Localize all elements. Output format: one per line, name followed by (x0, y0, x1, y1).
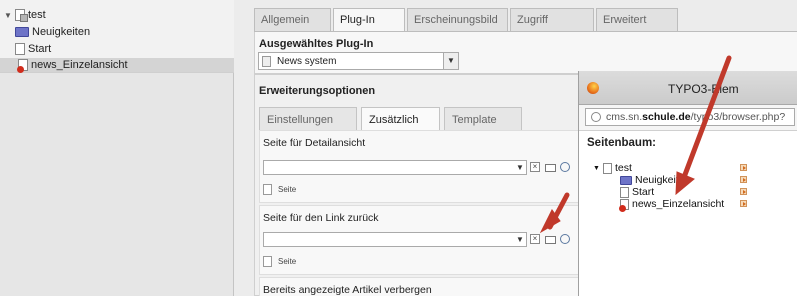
page-icon (15, 43, 25, 55)
page-type-hint: Seite (263, 256, 296, 267)
popup-tree-label: test (614, 162, 632, 174)
root-page-icon (602, 162, 612, 174)
plugin-page-icon (17, 59, 28, 73)
page-type-hint: Seite (263, 184, 296, 195)
root-page-icon (15, 9, 28, 22)
back-link-page-select[interactable]: ▼ (263, 232, 527, 247)
tab-erweitert[interactable]: Erweitert (596, 8, 678, 31)
chevron-down-icon[interactable]: ▼ (443, 53, 458, 69)
select-arrow-icon[interactable] (740, 188, 747, 195)
tree-item-test[interactable]: ▼ test (4, 8, 46, 22)
folder-browse-icon[interactable] (545, 164, 556, 172)
url-path: /typo3/browser.php? (690, 111, 786, 123)
popup-tree-label: news_Einzelansicht (632, 198, 725, 210)
page-tree: ▼ test Neuigkeiten Start news_Einzelansi… (0, 0, 234, 73)
page-type-label: Seite (278, 257, 297, 266)
search-icon[interactable] (560, 234, 570, 244)
popup-tree-label: Start (632, 186, 655, 198)
window-title: TYPO3-Elem (668, 82, 739, 96)
plugin-select-value: News system (277, 55, 337, 67)
tree-item-label: Start (28, 43, 52, 55)
subtab-zusaetzlich[interactable]: Zusätzlich (361, 107, 440, 130)
field-back-link-page: Seite für den Link zurück ▼ × Seite (259, 205, 581, 275)
tab-erscheinungsbild[interactable]: Erscheinungsbild (407, 8, 508, 31)
url-bar[interactable]: cms.sn.schule.de/typo3/browser.php? (585, 108, 795, 126)
plugin-type-icon (262, 55, 271, 67)
page-icon (263, 184, 272, 195)
expand-triangle-icon[interactable]: ▼ (593, 165, 600, 172)
page-type-label: Seite (278, 185, 297, 194)
expand-triangle-icon[interactable]: ▼ (4, 11, 12, 20)
plugin-select[interactable]: News system ▼ (258, 52, 459, 70)
tree-item-label: news_Einzelansicht (31, 59, 128, 71)
chevron-down-icon[interactable]: ▼ (514, 233, 526, 246)
tree-item-news-einzelansicht[interactable]: news_Einzelansicht (0, 58, 234, 73)
url-domain: schule.de (642, 111, 691, 123)
plugin-page-icon (619, 198, 629, 212)
tree-item-label: test (28, 9, 46, 21)
tab-plug-in[interactable]: Plug-In (333, 8, 405, 32)
field-hide-shown-articles: Bereits angezeigte Artikel verbergen (259, 277, 581, 296)
chevron-down-icon[interactable]: ▼ (514, 161, 526, 174)
field-detail-page: Seite für Detailansicht ▼ × Seite (259, 130, 581, 203)
page-icon (263, 256, 272, 267)
globe-icon (591, 112, 601, 122)
firefox-icon (587, 82, 599, 94)
folder-icon (620, 175, 632, 185)
subtab-einstellungen[interactable]: Einstellungen (259, 107, 357, 130)
field-detail-page-label: Seite für Detailansicht (263, 137, 366, 149)
popup-tree-item-start[interactable]: Start (620, 186, 654, 198)
select-arrow-icon[interactable] (740, 200, 747, 207)
tree-item-neuigkeiten[interactable]: Neuigkeiten (15, 25, 90, 39)
extension-options-title: Erweiterungsoptionen (259, 85, 376, 97)
clear-icon[interactable]: × (530, 162, 540, 172)
element-browser-window: TYPO3-Elem cms.sn.schule.de/typo3/browse… (578, 71, 797, 296)
tab-allgemein[interactable]: Allgemein (254, 8, 331, 31)
subtab-template[interactable]: Template (444, 107, 522, 130)
page-icon (620, 186, 629, 198)
plugin-section-title: Ausgewähltes Plug-In (259, 38, 374, 50)
search-icon[interactable] (560, 162, 570, 172)
page-tree-panel: ▼ test Neuigkeiten Start news_Einzelansi… (0, 0, 234, 296)
element-browser-body: Seitenbaum: ▼ test Neuigkeiten Start new… (579, 130, 797, 296)
popup-tree-label: Neuigkeiten (635, 174, 691, 186)
url-prefix: cms.sn. (606, 111, 643, 123)
clear-icon[interactable]: × (530, 234, 540, 244)
select-arrow-icon[interactable] (740, 176, 747, 183)
plugin-section: Ausgewähltes Plug-In News system ▼ (254, 32, 797, 74)
field-hide-shown-label: Bereits angezeigte Artikel verbergen (263, 284, 432, 296)
popup-tree-item-neuigkeiten[interactable]: Neuigkeiten (620, 174, 690, 186)
field-back-link-label: Seite für den Link zurück (263, 212, 379, 224)
popup-tree-item-test[interactable]: ▼ test (593, 162, 632, 174)
detail-page-select[interactable]: ▼ (263, 160, 527, 175)
tree-item-start[interactable]: Start (15, 42, 51, 56)
window-titlebar[interactable]: TYPO3-Elem (579, 71, 797, 105)
tree-item-label: Neuigkeiten (32, 26, 91, 38)
folder-browse-icon[interactable] (545, 236, 556, 244)
select-arrow-icon[interactable] (740, 164, 747, 171)
page-tree-heading: Seitenbaum: (587, 137, 657, 149)
folder-icon (15, 27, 29, 37)
popup-tree-item-news-einzelansicht[interactable]: news_Einzelansicht (619, 198, 725, 212)
tab-zugriff[interactable]: Zugriff (510, 8, 594, 31)
